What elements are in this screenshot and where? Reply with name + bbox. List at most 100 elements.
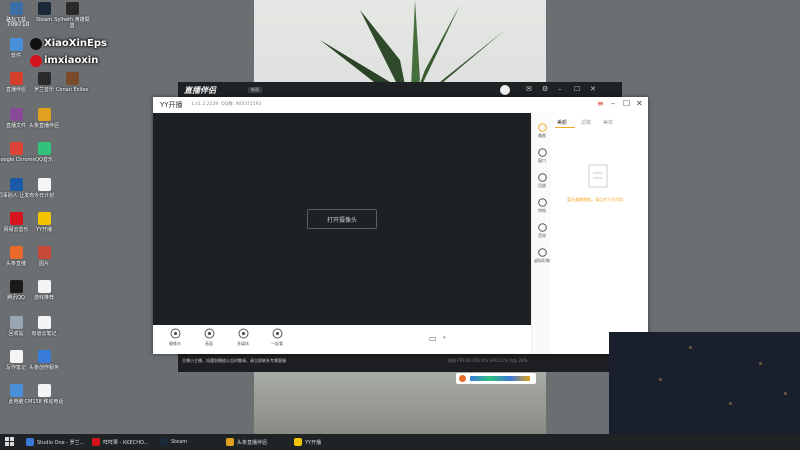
side-item[interactable]: 虚拟形象 <box>533 248 551 264</box>
open-camera-button[interactable]: 打开摄像头 <box>307 209 377 229</box>
app-icon <box>37 108 51 121</box>
desktop-icon[interactable]: QQ音乐 <box>24 142 64 163</box>
beauty-panel: 美颜 滤镜 美妆 暂无美颜数据，请点击下方添加 <box>551 113 648 354</box>
minimize-icon[interactable]: – <box>611 99 615 108</box>
replay-icon <box>537 173 547 182</box>
app-icon <box>65 2 79 15</box>
app-icon <box>9 246 23 259</box>
app-icon <box>37 384 51 397</box>
app-icon <box>37 280 51 293</box>
avatar[interactable] <box>500 85 510 95</box>
taskbar-item-label: Steam <box>171 439 188 445</box>
side-item-label: 窗口 <box>538 158 546 163</box>
taskbar-item[interactable]: Studio One - 罗兰... <box>26 434 84 450</box>
tray-icons-strip[interactable] <box>470 376 530 381</box>
side-item[interactable]: 窗口 <box>533 148 551 164</box>
desktop-icon[interactable]: 游戏推荐 <box>24 280 64 301</box>
taskbar-item[interactable]: 咩咩果 - KKECHO... <box>92 434 148 450</box>
live-companion-statusbar: 主播小主播，如遇到播放公告时敬请，请立即联系专属客服 网络 FPS:60 CPU… <box>178 354 622 372</box>
tray-app-icon[interactable] <box>459 375 466 382</box>
tool-button[interactable]: 一起看 <box>265 328 289 347</box>
desktop-icon[interactable]: YY开播 <box>24 212 64 233</box>
minimize-icon[interactable]: – <box>558 85 562 93</box>
app-icon <box>37 2 51 15</box>
side-item[interactable]: 音效 <box>533 223 551 239</box>
app-icon <box>9 350 23 363</box>
close-icon[interactable]: ✕ <box>636 99 643 108</box>
app-icon <box>37 246 51 259</box>
live-companion-titlebar: 直播伴侣 新版 ✉ ⚙ – ☐ ✕ <box>178 82 622 98</box>
particle <box>729 402 732 405</box>
overlay-handle: imxiaoxin <box>44 55 99 66</box>
app-icon <box>9 142 23 155</box>
particle <box>784 392 787 395</box>
app-icon <box>37 178 51 191</box>
desktop-icon[interactable]: 有道云笔记 <box>24 316 64 337</box>
side-item[interactable]: 美颜 <box>533 123 551 139</box>
taskbar-item-label: YY开播 <box>305 439 322 446</box>
settings-icon[interactable]: ⚙ <box>542 85 548 93</box>
desktop-icon[interactable]: 头条直播伴侣 <box>24 108 64 129</box>
desktop-icon[interactable]: 头条创作服务 <box>24 350 64 371</box>
app-icon <box>37 316 51 329</box>
desktop-icon[interactable]: 今日计划 <box>24 178 64 199</box>
desktop-icon[interactable]: 罗兰音乐 <box>24 72 64 93</box>
taskbar-item[interactable]: YY开播 <box>294 434 321 450</box>
menu-icon[interactable]: ≡ <box>597 99 604 108</box>
desktop-icon-label: CM158 移动电话 <box>24 399 64 405</box>
taskbar: Studio One - 罗兰... 咩咩果 - KKECHO... Steam 头条… <box>0 434 800 450</box>
mail-icon[interactable]: ✉ <box>526 85 532 93</box>
maximize-icon[interactable]: ☐ <box>623 99 630 108</box>
windows-start-icon[interactable] <box>5 437 14 446</box>
taskbar-app-icon <box>160 438 168 446</box>
desktop-icon-label: YY开播 <box>35 227 53 233</box>
beauty-icon <box>537 123 547 132</box>
side-item-label: 音效 <box>538 233 546 238</box>
taskbar-item[interactable]: Steam <box>160 434 187 450</box>
desktop-icon-label: 图片 <box>38 261 49 267</box>
system-tray-popup <box>456 373 536 384</box>
tool-button[interactable]: 摄像头 <box>163 328 187 347</box>
overlay-username: XiaoXinEps <box>44 38 107 49</box>
date-fragment: 709710 <box>6 21 30 28</box>
tool-button[interactable]: 画面 <box>197 328 221 347</box>
tool-button[interactable]: 多媒体 <box>231 328 255 347</box>
close-icon[interactable]: ✕ <box>590 85 596 93</box>
screen-icon <box>204 328 215 339</box>
particle <box>689 346 692 349</box>
app-icon <box>9 212 23 225</box>
app-icon <box>9 72 23 85</box>
tab-beauty[interactable]: 美颜 <box>557 119 567 126</box>
app-icon <box>37 142 51 155</box>
side-item[interactable]: 回放 <box>533 173 551 189</box>
record-icon[interactable]: ▭ <box>429 334 437 343</box>
yy-titlebar: YY开播 1.41.2.2229 QQ群: 905371593 ≡ – ☐ ✕ <box>153 97 648 113</box>
maximize-icon[interactable]: ☐ <box>574 85 580 93</box>
notice-text: 主播小主播，如遇到播放公告时敬请，请立即联系专属客服 <box>182 358 286 363</box>
tool-label: 一起看 <box>271 341 283 346</box>
tab-filter[interactable]: 滤镜 <box>581 119 591 126</box>
taskbar-app-icon <box>92 438 100 446</box>
desktop-icon-label: 头条创作服务 <box>28 365 59 371</box>
desktop-icon-label: QQ音乐 <box>35 157 53 163</box>
app-icon <box>9 38 23 51</box>
chevron-down-icon[interactable]: ▾ <box>443 335 446 341</box>
desktop-icon[interactable]: Sylheth 英雄联盟 <box>52 2 92 29</box>
taskbar-app-icon <box>226 438 234 446</box>
layers-icon <box>537 148 547 157</box>
camera-preview[interactable]: 打开摄像头 <box>153 113 531 325</box>
app-icon <box>9 384 23 397</box>
app-icon <box>37 212 51 225</box>
taskbar-item[interactable]: 头条直播伴侣 <box>226 434 267 450</box>
desktop-icon[interactable]: CM158 移动电话 <box>24 384 64 405</box>
app-icon <box>9 178 23 191</box>
particle <box>759 362 762 365</box>
tab-makeup[interactable]: 美妆 <box>603 119 613 126</box>
version-badge[interactable]: 新版 <box>248 87 262 93</box>
empty-state-icon <box>588 164 608 188</box>
camera-icon <box>170 328 181 339</box>
app-icon <box>37 72 51 85</box>
side-item[interactable]: 特效 <box>533 198 551 214</box>
desktop-icon[interactable]: 图片 <box>24 246 64 267</box>
live-companion-logo: 直播伴侣 <box>184 86 216 95</box>
